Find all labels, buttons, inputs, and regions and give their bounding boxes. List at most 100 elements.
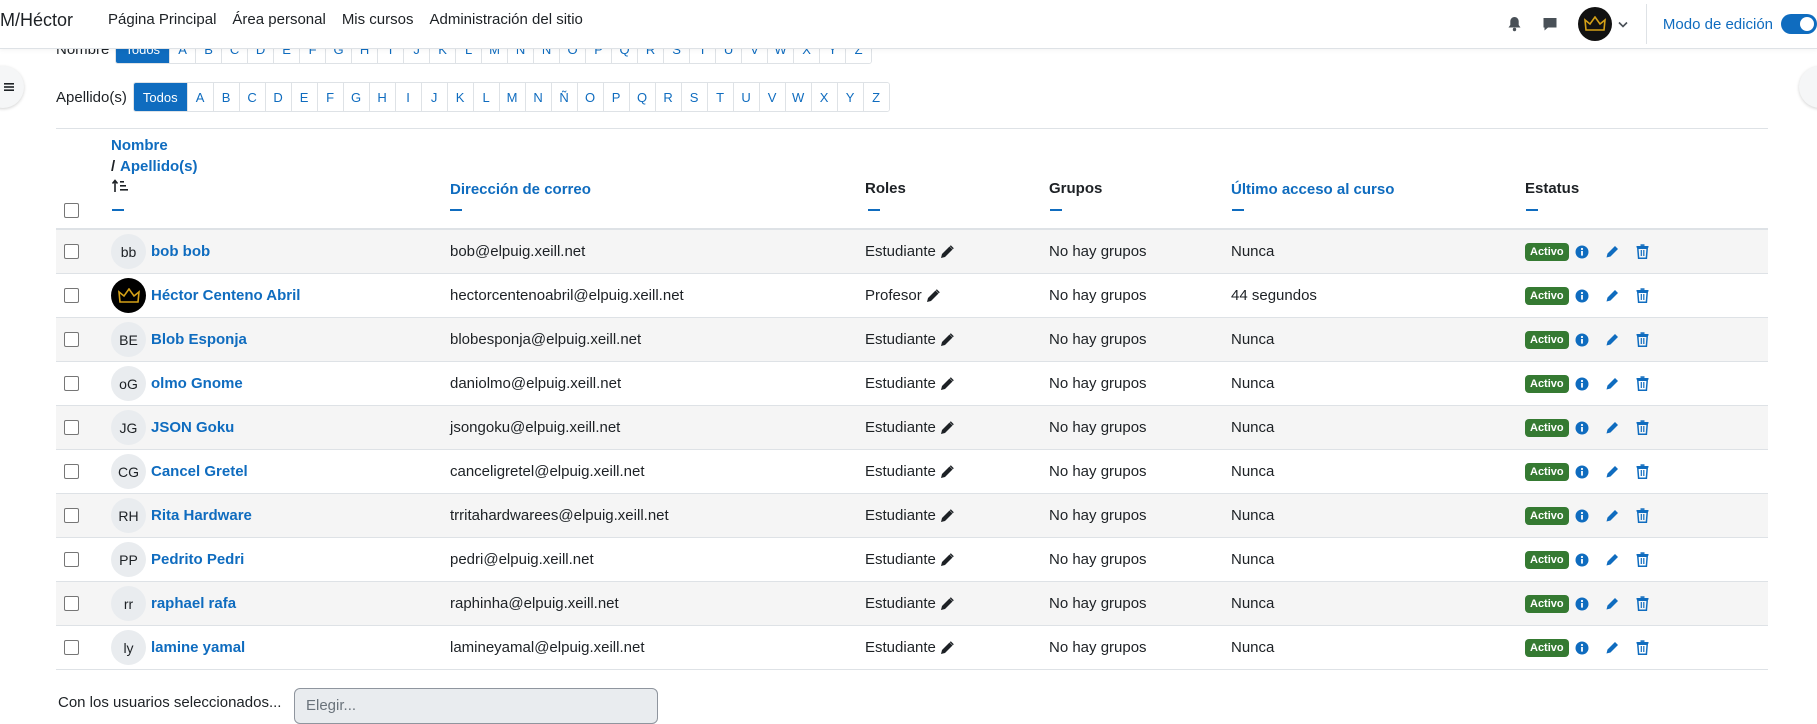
- collapse-groups-column[interactable]: [1050, 209, 1062, 211]
- last-name-initial-letter[interactable]: O: [576, 83, 603, 111]
- last-name-initial-letter[interactable]: C: [238, 83, 265, 111]
- unenrol-trash-icon[interactable]: [1636, 464, 1649, 479]
- unenrol-trash-icon[interactable]: [1636, 508, 1649, 523]
- last-name-initial-letter[interactable]: K: [446, 83, 473, 111]
- edit-role-pencil-icon[interactable]: [940, 596, 954, 611]
- unenrol-trash-icon[interactable]: [1636, 376, 1649, 391]
- sort-first-name[interactable]: Nombre: [111, 137, 168, 154]
- notifications-bell-icon[interactable]: [1506, 15, 1524, 33]
- nav-home[interactable]: Página Principal: [108, 11, 216, 28]
- messages-chat-icon[interactable]: [1541, 15, 1559, 33]
- edit-mode-switch[interactable]: [1781, 14, 1817, 34]
- enrolment-info-icon[interactable]: [1575, 421, 1589, 435]
- edit-role-pencil-icon[interactable]: [926, 288, 940, 303]
- edit-role-pencil-icon[interactable]: [940, 640, 954, 655]
- sort-email[interactable]: Dirección de correo: [450, 181, 591, 198]
- last-name-initial-letter[interactable]: V: [758, 83, 785, 111]
- row-select-checkbox[interactable]: [64, 244, 79, 259]
- edit-role-pencil-icon[interactable]: [940, 332, 954, 347]
- row-select-checkbox[interactable]: [64, 332, 79, 347]
- nav-site-admin[interactable]: Administración del sitio: [430, 11, 583, 28]
- chevron-down-icon[interactable]: [1618, 19, 1628, 29]
- collapse-last-access-column[interactable]: [1232, 209, 1244, 211]
- sort-last-name[interactable]: Apellido(s): [120, 158, 198, 175]
- last-name-initial-letter[interactable]: D: [264, 83, 291, 111]
- last-name-initial-letter[interactable]: P: [602, 83, 629, 111]
- edit-enrolment-icon[interactable]: [1605, 552, 1620, 567]
- last-name-initial-letter[interactable]: E: [290, 83, 317, 111]
- edit-role-pencil-icon[interactable]: [940, 508, 954, 523]
- unenrol-trash-icon[interactable]: [1636, 288, 1649, 303]
- edit-enrolment-icon[interactable]: [1605, 332, 1620, 347]
- edit-role-pencil-icon[interactable]: [940, 420, 954, 435]
- edit-role-pencil-icon[interactable]: [940, 552, 954, 567]
- unenrol-trash-icon[interactable]: [1636, 244, 1649, 259]
- user-name-link[interactable]: bob bob: [151, 243, 210, 260]
- bulk-action-select[interactable]: Elegir...: [294, 688, 658, 724]
- user-name-link[interactable]: Cancel Gretel: [151, 463, 248, 480]
- last-name-initial-letter[interactable]: R: [654, 83, 681, 111]
- row-select-checkbox[interactable]: [64, 508, 79, 523]
- collapse-status-column[interactable]: [1526, 209, 1538, 211]
- user-name-link[interactable]: lamine yamal: [151, 639, 245, 656]
- row-select-checkbox[interactable]: [64, 596, 79, 611]
- unenrol-trash-icon[interactable]: [1636, 552, 1649, 567]
- edit-role-pencil-icon[interactable]: [940, 464, 954, 479]
- row-select-checkbox[interactable]: [64, 552, 79, 567]
- open-block-drawer-button[interactable]: [1799, 66, 1817, 108]
- last-name-initial-letter[interactable]: T: [706, 83, 733, 111]
- last-name-initial-letter[interactable]: Ñ: [550, 83, 577, 111]
- collapse-email-column[interactable]: [450, 209, 462, 211]
- open-course-index-button[interactable]: [0, 66, 24, 108]
- user-name-link[interactable]: raphael rafa: [151, 595, 236, 612]
- edit-enrolment-icon[interactable]: [1605, 596, 1620, 611]
- enrolment-info-icon[interactable]: [1575, 641, 1589, 655]
- user-menu-avatar[interactable]: [1577, 7, 1612, 41]
- enrolment-info-icon[interactable]: [1575, 333, 1589, 347]
- enrolment-info-icon[interactable]: [1575, 509, 1589, 523]
- edit-enrolment-icon[interactable]: [1605, 244, 1620, 259]
- user-name-link[interactable]: Blob Esponja: [151, 331, 247, 348]
- last-name-initial-letter[interactable]: L: [472, 83, 499, 111]
- last-name-initial-all[interactable]: Todos: [133, 83, 187, 111]
- last-name-initial-letter[interactable]: X: [810, 83, 837, 111]
- last-name-initial-letter[interactable]: B: [212, 83, 239, 111]
- edit-role-pencil-icon[interactable]: [940, 244, 954, 259]
- row-select-checkbox[interactable]: [64, 288, 79, 303]
- unenrol-trash-icon[interactable]: [1636, 640, 1649, 655]
- last-name-initial-letter[interactable]: Z: [862, 83, 889, 111]
- enrolment-info-icon[interactable]: [1575, 597, 1589, 611]
- sort-last-access[interactable]: Último acceso al curso: [1231, 181, 1394, 198]
- user-name-link[interactable]: Rita Hardware: [151, 507, 252, 524]
- last-name-initial-letter[interactable]: U: [732, 83, 759, 111]
- last-name-initial-letter[interactable]: M: [498, 83, 525, 111]
- enrolment-info-icon[interactable]: [1575, 289, 1589, 303]
- row-select-checkbox[interactable]: [64, 640, 79, 655]
- last-name-initial-letter[interactable]: I: [394, 83, 421, 111]
- edit-enrolment-icon[interactable]: [1605, 376, 1620, 391]
- site-brand[interactable]: M/Héctor: [0, 10, 73, 31]
- last-name-initial-letter[interactable]: S: [680, 83, 707, 111]
- collapse-roles-column[interactable]: [868, 209, 880, 211]
- enrolment-info-icon[interactable]: [1575, 377, 1589, 391]
- last-name-initial-letter[interactable]: G: [342, 83, 369, 111]
- edit-role-pencil-icon[interactable]: [940, 376, 954, 391]
- row-select-checkbox[interactable]: [64, 464, 79, 479]
- user-name-link[interactable]: Pedrito Pedri: [151, 551, 244, 568]
- row-select-checkbox[interactable]: [64, 376, 79, 391]
- edit-enrolment-icon[interactable]: [1605, 288, 1620, 303]
- enrolment-info-icon[interactable]: [1575, 465, 1589, 479]
- edit-enrolment-icon[interactable]: [1605, 420, 1620, 435]
- edit-enrolment-icon[interactable]: [1605, 508, 1620, 523]
- edit-enrolment-icon[interactable]: [1605, 464, 1620, 479]
- last-name-initial-letter[interactable]: F: [316, 83, 343, 111]
- unenrol-trash-icon[interactable]: [1636, 332, 1649, 347]
- enrolment-info-icon[interactable]: [1575, 553, 1589, 567]
- unenrol-trash-icon[interactable]: [1636, 596, 1649, 611]
- last-name-initial-letter[interactable]: N: [524, 83, 551, 111]
- nav-my-courses[interactable]: Mis cursos: [342, 11, 414, 28]
- select-all-checkbox[interactable]: [64, 203, 79, 218]
- user-name-link[interactable]: JSON Goku: [151, 419, 234, 436]
- nav-dashboard[interactable]: Área personal: [232, 11, 325, 28]
- user-name-link[interactable]: Héctor Centeno Abril: [151, 287, 300, 304]
